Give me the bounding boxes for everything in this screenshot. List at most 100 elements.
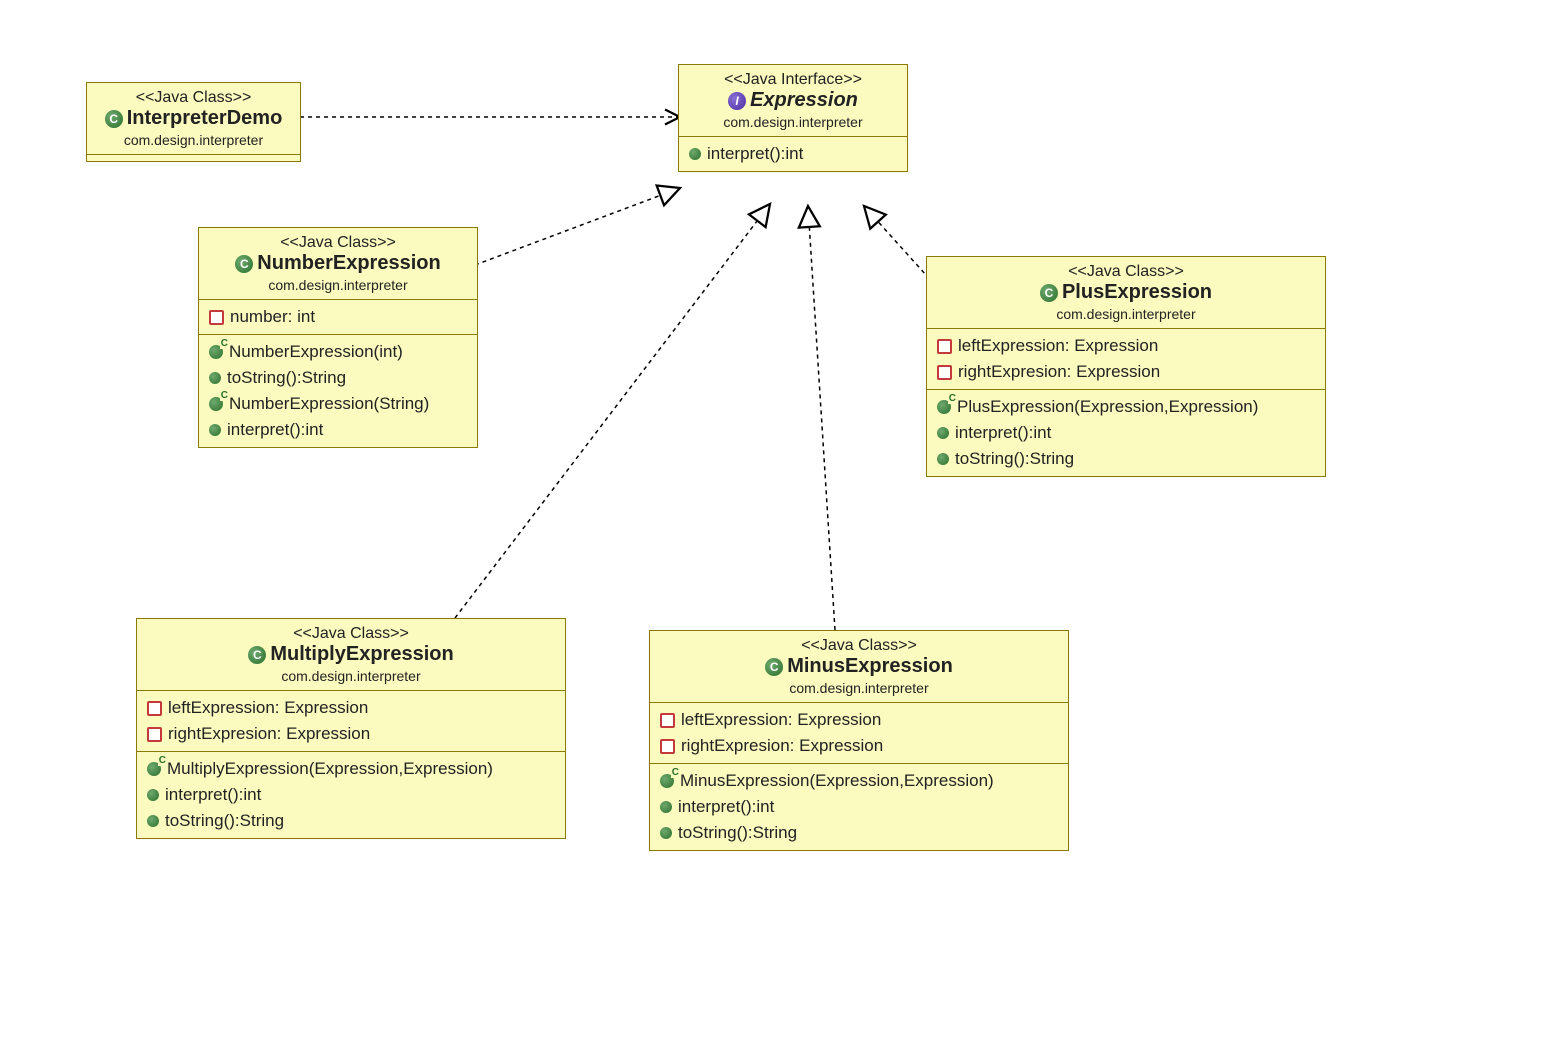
method-label: toString():String <box>165 811 284 831</box>
class-title: C NumberExpression <box>235 252 440 275</box>
method-icon <box>689 148 701 160</box>
method-icon <box>147 815 159 827</box>
field-left: leftExpression: Expression <box>147 695 555 721</box>
method-icon <box>937 427 949 439</box>
interface-expression[interactable]: <<Java Interface>> I Expression com.desi… <box>678 64 908 172</box>
realize-plus-expression <box>864 206 935 285</box>
field-label: leftExpression: Expression <box>168 698 368 718</box>
field-right: rightExpresion: Expression <box>937 359 1315 385</box>
method-interpret: interpret():int <box>147 782 555 808</box>
method-tostring: toString():String <box>660 820 1058 846</box>
field-number: number: int <box>209 304 467 330</box>
class-title: C MultiplyExpression <box>248 643 453 666</box>
constructor-icon: C <box>147 762 161 776</box>
private-field-icon <box>660 713 675 728</box>
ctor-label: PlusExpression(Expression,Expression) <box>957 397 1258 417</box>
class-interpreterdemo[interactable]: <<Java Class>> C InterpreterDemo com.des… <box>86 82 301 162</box>
interface-name: Expression <box>750 89 858 112</box>
class-icon: C <box>248 646 266 664</box>
method-label: interpret():int <box>165 785 261 805</box>
method-interpret: interpret():int <box>660 794 1058 820</box>
field-left: leftExpression: Expression <box>937 333 1315 359</box>
private-field-icon <box>147 701 162 716</box>
private-field-icon <box>937 339 952 354</box>
method-interpret: interpret():int <box>689 141 897 167</box>
class-plusexpression[interactable]: <<Java Class>> C PlusExpression com.desi… <box>926 256 1326 477</box>
class-minusexpression[interactable]: <<Java Class>> C MinusExpression com.des… <box>649 630 1069 851</box>
class-name: MinusExpression <box>787 655 953 678</box>
method-tostring: toString():String <box>147 808 555 834</box>
class-icon: C <box>235 255 253 273</box>
stereotype: <<Java Interface>> <box>689 71 897 89</box>
class-name: NumberExpression <box>257 252 440 275</box>
ctor: C PlusExpression(Expression,Expression) <box>937 394 1315 420</box>
realize-number-expression <box>475 188 680 265</box>
class-name: InterpreterDemo <box>127 107 283 130</box>
private-field-icon <box>660 739 675 754</box>
interface-title: I Expression <box>728 89 858 112</box>
package-label: com.design.interpreter <box>689 114 897 130</box>
class-multiplyexpression[interactable]: <<Java Class>> C MultiplyExpression com.… <box>136 618 566 839</box>
private-field-icon <box>937 365 952 380</box>
field-label: rightExpresion: Expression <box>958 362 1160 382</box>
constructor-icon: C <box>937 400 951 414</box>
method-label: toString():String <box>678 823 797 843</box>
field-right: rightExpresion: Expression <box>147 721 555 747</box>
ctor-label: NumberExpression(String) <box>229 394 429 414</box>
method-icon <box>660 827 672 839</box>
field-label: number: int <box>230 307 315 327</box>
ctor-int: C NumberExpression(int) <box>209 339 467 365</box>
stereotype: <<Java Class>> <box>660 637 1058 655</box>
method-icon <box>937 453 949 465</box>
constructor-icon: C <box>209 397 223 411</box>
stereotype: <<Java Class>> <box>97 89 290 107</box>
class-icon: C <box>105 110 123 128</box>
stereotype: <<Java Class>> <box>209 234 467 252</box>
package-label: com.design.interpreter <box>147 668 555 684</box>
class-icon: C <box>1040 284 1058 302</box>
method-icon <box>660 801 672 813</box>
constructor-icon: C <box>209 345 223 359</box>
method-icon <box>209 424 221 436</box>
method-interpret: interpret():int <box>209 417 467 443</box>
ctor: C MinusExpression(Expression,Expression) <box>660 768 1058 794</box>
class-numberexpression[interactable]: <<Java Class>> C NumberExpression com.de… <box>198 227 478 448</box>
field-left: leftExpression: Expression <box>660 707 1058 733</box>
method-interpret: interpret():int <box>937 420 1315 446</box>
ctor-label: MultiplyExpression(Expression,Expression… <box>167 759 493 779</box>
method-icon <box>209 372 221 384</box>
method-tostring: toString():String <box>209 365 467 391</box>
realize-minus-expression <box>808 206 835 630</box>
class-name: MultiplyExpression <box>270 643 453 666</box>
field-label: leftExpression: Expression <box>958 336 1158 356</box>
package-label: com.design.interpreter <box>97 132 290 148</box>
method-label: interpret():int <box>955 423 1051 443</box>
field-right: rightExpresion: Expression <box>660 733 1058 759</box>
class-icon: C <box>765 658 783 676</box>
package-label: com.design.interpreter <box>209 277 467 293</box>
ctor-label: MinusExpression(Expression,Expression) <box>680 771 994 791</box>
ctor-label: NumberExpression(int) <box>229 342 403 362</box>
stereotype: <<Java Class>> <box>147 625 555 643</box>
class-title: C PlusExpression <box>1040 281 1212 304</box>
method-label: toString():String <box>955 449 1074 469</box>
method-tostring: toString():String <box>937 446 1315 472</box>
realize-multiply-expression <box>455 204 770 618</box>
stereotype: <<Java Class>> <box>937 263 1315 281</box>
package-label: com.design.interpreter <box>937 306 1315 322</box>
uml-diagram-canvas: <<Java Class>> C InterpreterDemo com.des… <box>0 0 1558 1040</box>
field-label: rightExpresion: Expression <box>168 724 370 744</box>
class-title: C MinusExpression <box>765 655 953 678</box>
class-title: C InterpreterDemo <box>105 107 283 130</box>
method-label: toString():String <box>227 368 346 388</box>
method-label: interpret():int <box>678 797 774 817</box>
footer-strip <box>87 154 300 161</box>
private-field-icon <box>147 727 162 742</box>
field-label: leftExpression: Expression <box>681 710 881 730</box>
method-label: interpret():int <box>707 144 803 164</box>
method-icon <box>147 789 159 801</box>
field-label: rightExpresion: Expression <box>681 736 883 756</box>
class-name: PlusExpression <box>1062 281 1212 304</box>
interface-icon: I <box>728 92 746 110</box>
package-label: com.design.interpreter <box>660 680 1058 696</box>
